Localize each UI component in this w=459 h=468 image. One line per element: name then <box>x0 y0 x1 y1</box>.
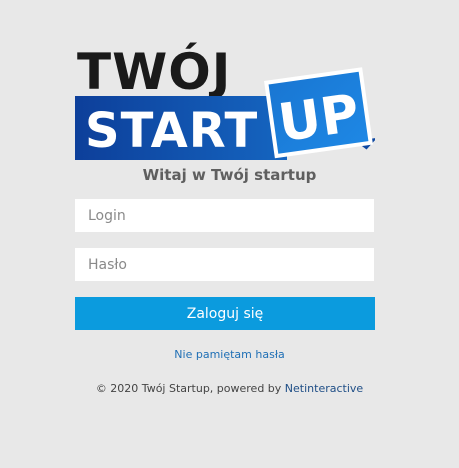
logo-badge-text: UP <box>275 84 363 155</box>
welcome-heading: Witaj w Twój startup <box>142 166 317 184</box>
logo-line1: TWÓJ <box>77 42 231 101</box>
logo-line2: START <box>85 103 258 159</box>
password-input[interactable] <box>75 248 374 281</box>
login-input[interactable] <box>75 199 374 232</box>
footer-netinteractive-link[interactable]: Netinteractive <box>285 382 363 395</box>
footer: © 2020 Twój Startup, powered by Netinter… <box>0 381 459 397</box>
footer-copyright: © 2020 Twój Startup, powered by <box>95 382 285 395</box>
forgot-password-link[interactable]: Nie pamiętam hasła <box>0 347 459 363</box>
twoj-startup-logo: TWÓJ START UP <box>75 38 375 164</box>
login-button[interactable]: Zaloguj się <box>75 297 375 330</box>
